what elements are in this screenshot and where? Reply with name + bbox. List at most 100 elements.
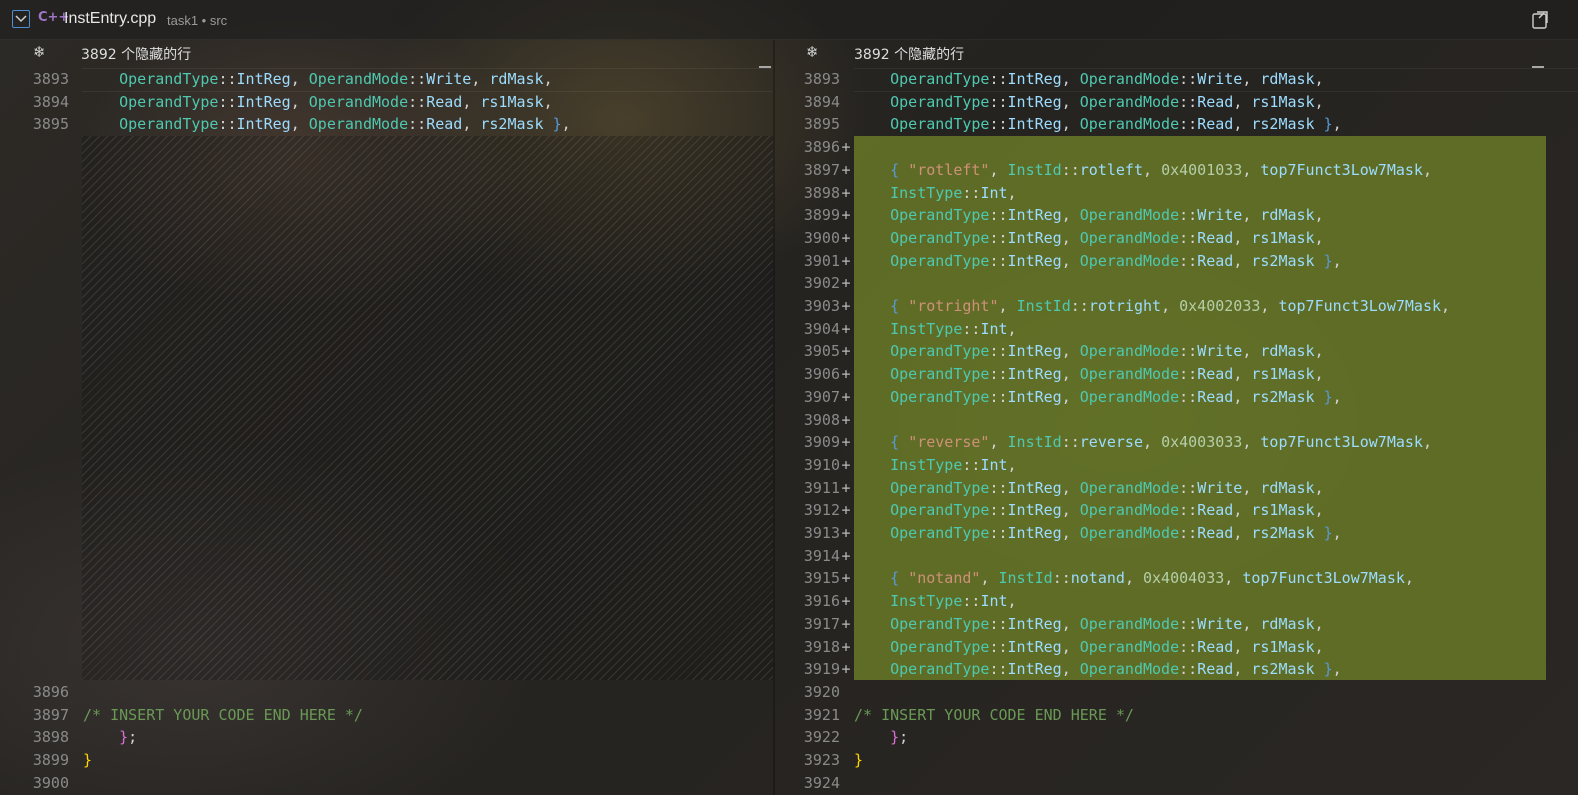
line-code[interactable]: InstType::Int, [854, 590, 1016, 613]
code-line[interactable]: 3895 OperandType::IntReg, OperandMode::R… [0, 113, 773, 136]
collapse-toggle-button[interactable] [12, 10, 30, 28]
code-line[interactable]: 3894 OperandType::IntReg, OperandMode::R… [775, 91, 1578, 114]
line-code[interactable]: OperandType::IntReg, OperandMode::Read, … [83, 113, 571, 136]
code-line[interactable]: 3922 }; [775, 726, 1578, 749]
added-code-line[interactable]: 3899 + OperandType::IntReg, OperandMode::… [775, 204, 1578, 227]
added-line-marker: + [841, 274, 851, 293]
line-code[interactable]: OperandType::IntReg, OperandMode::Read, … [854, 91, 1324, 114]
code-line[interactable]: 3923} [775, 749, 1578, 772]
line-code[interactable]: OperandType::IntReg, OperandMode::Write,… [854, 613, 1324, 636]
line-code[interactable]: OperandType::IntReg, OperandMode::Read, … [854, 636, 1324, 659]
code-line[interactable]: 3896 [0, 681, 773, 704]
code-line[interactable]: 3900 [0, 772, 773, 795]
line-number: 3909 [803, 433, 840, 452]
line-code[interactable]: OperandType::IntReg, OperandMode::Write,… [83, 68, 553, 91]
added-line-marker: + [841, 455, 851, 474]
code-line[interactable]: 3924 [775, 772, 1578, 795]
code-line[interactable]: 3898 }; [0, 726, 773, 749]
line-code[interactable]: { "notand", InstId::notand, 0x4004033, t… [854, 567, 1414, 590]
line-code[interactable]: OperandType::IntReg, OperandMode::Read, … [854, 113, 1342, 136]
open-file-icon[interactable] [1530, 10, 1550, 35]
added-line-marker: + [841, 251, 851, 270]
added-code-line[interactable]: 3903 + { "rotright", InstId::rotright, 0x… [775, 295, 1578, 318]
code-line[interactable]: 3895 OperandType::IntReg, OperandMode::R… [775, 113, 1578, 136]
line-code[interactable]: OperandType::IntReg, OperandMode::Read, … [854, 499, 1324, 522]
code-line[interactable]: 3921 /* INSERT YOUR CODE END HERE */ [775, 704, 1578, 727]
line-number: 3911 [803, 478, 840, 497]
line-number: 3904 [803, 319, 840, 338]
line-code[interactable]: InstType::Int, [854, 454, 1016, 477]
line-code[interactable]: InstType::Int, [854, 182, 1016, 205]
line-number: 3896 [32, 682, 69, 701]
added-code-line[interactable]: 3907 + OperandType::IntReg, OperandMode::… [775, 386, 1578, 409]
added-code-line[interactable]: 3900 + OperandType::IntReg, OperandMode::… [775, 227, 1578, 250]
hidden-lines-bar[interactable]: ❄ 3892 个隐藏的行 [775, 40, 1578, 64]
added-code-line[interactable]: 3910 + InstType::Int, [775, 454, 1578, 477]
line-code[interactable]: { "rotleft", InstId::rotleft, 0x4001033,… [854, 159, 1432, 182]
added-line-marker: + [841, 206, 851, 225]
line-code[interactable]: /* INSERT YOUR CODE END HERE */ [83, 704, 363, 727]
added-code-line[interactable]: 3898 + InstType::Int, [775, 182, 1578, 205]
hidden-lines-label[interactable]: 3892 个隐藏的行 [81, 44, 191, 64]
line-code[interactable]: OperandType::IntReg, OperandMode::Read, … [83, 91, 553, 114]
added-code-line[interactable]: 3906 + OperandType::IntReg, OperandMode::… [775, 363, 1578, 386]
code-line[interactable]: 3893 OperandType::IntReg, OperandMode::W… [775, 68, 1578, 91]
code-line[interactable]: 3894 OperandType::IntReg, OperandMode::R… [0, 91, 773, 114]
line-code[interactable]: OperandType::IntReg, OperandMode::Write,… [854, 340, 1324, 363]
line-code[interactable]: OperandType::IntReg, OperandMode::Read, … [854, 363, 1324, 386]
unfold-icon[interactable]: ❄ [33, 43, 46, 61]
line-code[interactable]: OperandType::IntReg, OperandMode::Read, … [854, 386, 1342, 409]
line-number: 3893 [803, 70, 840, 88]
code-line[interactable]: 3893 OperandType::IntReg, OperandMode::W… [0, 68, 773, 91]
added-code-line[interactable]: 3901 + OperandType::IntReg, OperandMode::… [775, 250, 1578, 273]
file-name[interactable]: InstEntry.cpp [64, 10, 156, 28]
line-number: 3919 [803, 660, 840, 679]
line-code[interactable]: { "reverse", InstId::reverse, 0x4003033,… [854, 431, 1432, 454]
added-code-line[interactable]: 3919 + OperandType::IntReg, OperandMode::… [775, 658, 1578, 681]
code-line[interactable]: 3897 /* INSERT YOUR CODE END HERE */ [0, 704, 773, 727]
line-code[interactable]: InstType::Int, [854, 318, 1016, 341]
added-code-line[interactable]: 3918 + OperandType::IntReg, OperandMode::… [775, 636, 1578, 659]
line-code[interactable]: }; [854, 726, 908, 749]
added-code-line[interactable]: 3897 + { "rotleft", InstId::rotleft, 0x40… [775, 159, 1578, 182]
line-number: 3913 [803, 524, 840, 542]
modified-pane[interactable]: ❄ 3892 个隐藏的行 3893 OperandType::IntReg, O… [775, 40, 1578, 795]
original-pane[interactable]: ❄ 3892 个隐藏的行 3893 OperandType::IntReg, O… [0, 40, 773, 795]
line-code[interactable]: }; [83, 726, 137, 749]
line-code[interactable]: /* INSERT YOUR CODE END HERE */ [854, 704, 1134, 727]
added-code-line[interactable]: 3896 + [775, 136, 1578, 159]
added-code-line[interactable]: 3913 + OperandType::IntReg, OperandMode::… [775, 522, 1578, 545]
added-code-line[interactable]: 3909 + { "reverse", InstId::reverse, 0x40… [775, 431, 1578, 454]
line-code[interactable]: OperandType::IntReg, OperandMode::Read, … [854, 522, 1342, 545]
added-code-line[interactable]: 3905 + OperandType::IntReg, OperandMode::… [775, 340, 1578, 363]
line-code[interactable]: OperandType::IntReg, OperandMode::Read, … [854, 227, 1324, 250]
added-code-line[interactable]: 3904 + InstType::Int, [775, 318, 1578, 341]
line-code[interactable]: OperandType::IntReg, OperandMode::Write,… [854, 204, 1324, 227]
code-line[interactable]: 3920 [775, 681, 1578, 704]
line-code[interactable]: OperandType::IntReg, OperandMode::Write,… [854, 68, 1324, 91]
added-code-line[interactable]: 3912 + OperandType::IntReg, OperandMode::… [775, 499, 1578, 522]
added-code-line[interactable]: 3908 + [775, 409, 1578, 432]
added-code-line[interactable]: 3902 + [775, 272, 1578, 295]
line-code[interactable]: OperandType::IntReg, OperandMode::Read, … [854, 658, 1342, 681]
added-code-line[interactable]: 3914 + [775, 545, 1578, 568]
line-number: 3920 [803, 682, 840, 701]
added-line-marker: + [841, 387, 851, 406]
line-code[interactable]: { "rotright", InstId::rotright, 0x400203… [854, 295, 1450, 318]
added-code-line[interactable]: 3915 + { "notand", InstId::notand, 0x4004… [775, 567, 1578, 590]
line-code[interactable]: } [83, 749, 92, 772]
hidden-lines-label[interactable]: 3892 个隐藏的行 [854, 44, 964, 64]
added-code-line[interactable]: 3911 + OperandType::IntReg, OperandMode::… [775, 477, 1578, 500]
code-line[interactable]: 3899} [0, 749, 773, 772]
line-code[interactable]: OperandType::IntReg, OperandMode::Write,… [854, 477, 1324, 500]
added-line-marker: + [841, 660, 851, 679]
unfold-icon[interactable]: ❄ [806, 43, 819, 61]
added-code-line[interactable]: 3917 + OperandType::IntReg, OperandMode::… [775, 613, 1578, 636]
line-number: 3918 [803, 637, 840, 656]
line-number: 3898 [803, 183, 840, 202]
file-description: task1 • src [167, 13, 228, 28]
line-code[interactable]: OperandType::IntReg, OperandMode::Read, … [854, 250, 1342, 273]
line-code[interactable]: } [854, 749, 863, 772]
added-code-line[interactable]: 3916 + InstType::Int, [775, 590, 1578, 613]
hidden-lines-bar[interactable]: ❄ 3892 个隐藏的行 [0, 40, 773, 64]
